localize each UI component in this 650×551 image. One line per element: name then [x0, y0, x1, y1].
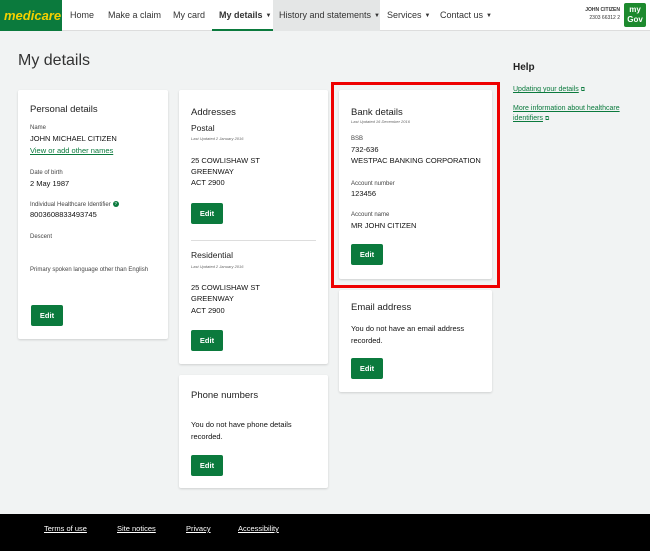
user-number: 2303 66312 2: [589, 15, 620, 21]
name-value: JOHN MICHAEL CITIZEN: [30, 134, 117, 143]
accessibility-link[interactable]: Accessibility: [238, 524, 279, 533]
ihi-value: 8003608833493745: [30, 210, 97, 219]
nav-history-label: History and statements: [279, 10, 372, 20]
postal-edit-button[interactable]: Edit: [191, 203, 223, 224]
external-link-icon: ⧉: [544, 116, 550, 122]
phone-numbers-card: Phone numbers You do not have phone deta…: [179, 375, 328, 488]
help-title: Help: [513, 62, 535, 73]
updating-details-text: Updating your details: [513, 86, 579, 93]
user-info[interactable]: JOHN CITIZEN 2303 66312 2: [585, 6, 620, 22]
mygov-line1: my: [629, 5, 641, 14]
nav-services-label: Services: [387, 10, 422, 20]
residential-line3: ACT 2900: [191, 306, 225, 315]
email-edit-button[interactable]: Edit: [351, 358, 383, 379]
page-title: My details: [18, 52, 91, 69]
dob-value: 2 May 1987: [30, 179, 70, 188]
residential-edit-button[interactable]: Edit: [191, 330, 223, 351]
postal-line2: GREENWAY: [191, 167, 234, 176]
site-notices-link[interactable]: Site notices: [117, 524, 156, 533]
name-label: Name: [30, 125, 47, 131]
residential-title: Residential: [191, 250, 234, 260]
chevron-down-icon: ▼: [424, 13, 431, 19]
footer: Terms of use Site notices Privacy Access…: [0, 514, 650, 551]
view-other-names-link[interactable]: View or add other names: [30, 146, 113, 155]
postal-title: Postal: [191, 123, 215, 133]
user-name: JOHN CITIZEN: [585, 7, 620, 13]
addresses-title: Addresses: [191, 107, 236, 118]
email-title: Email address: [351, 302, 412, 313]
nav-my-details[interactable]: My details ▼: [212, 0, 279, 31]
postal-line1: 25 COWLISHAW ST: [191, 156, 260, 165]
nav-home[interactable]: Home: [70, 0, 94, 31]
medicare-logo[interactable]: medicare: [0, 0, 62, 31]
language-label: Primary spoken language other than Engli…: [30, 267, 149, 273]
residential-line2: GREENWAY: [191, 294, 234, 303]
phone-message: You do not have phone details recorded.: [191, 420, 292, 441]
updating-details-link[interactable]: Updating your details ⧉: [513, 85, 585, 95]
email-message: You do not have an email address recorde…: [351, 324, 465, 345]
nav-history[interactable]: History and statements ▼: [273, 0, 380, 31]
info-icon[interactable]: ?: [112, 201, 119, 207]
dob-label: Date of birth: [30, 170, 63, 176]
highlight-frame: [331, 82, 500, 288]
descent-label: Descent: [30, 234, 53, 240]
nav-contact-label: Contact us: [440, 10, 484, 20]
nav-make-claim[interactable]: Make a claim: [108, 0, 161, 31]
phone-title: Phone numbers: [191, 390, 259, 401]
chevron-down-icon: ▼: [374, 13, 380, 19]
nav-my-details-label: My details: [219, 10, 263, 20]
privacy-link[interactable]: Privacy: [186, 524, 211, 533]
mygov-logo[interactable]: my Gov: [624, 3, 646, 27]
terms-of-use-link[interactable]: Terms of use: [44, 524, 87, 533]
postal-updated: Last Updated 2 January 2016: [191, 136, 244, 141]
addresses-card: Addresses Postal Last Updated 2 January …: [179, 90, 328, 364]
healthcare-identifiers-text: More information about healthcare identi…: [513, 105, 620, 122]
residential-line1: 25 COWLISHAW ST: [191, 283, 260, 292]
personal-details-title: Personal details: [30, 104, 98, 115]
residential-updated: Last Updated 2 January 2016: [191, 264, 244, 269]
chevron-down-icon: ▼: [486, 13, 492, 19]
phone-edit-button[interactable]: Edit: [191, 455, 223, 476]
chevron-down-icon: ▼: [265, 13, 272, 19]
external-link-icon: ⧉: [580, 87, 586, 93]
personal-details-card: Personal details Name JOHN MICHAEL CITIZ…: [18, 90, 168, 339]
personal-edit-button[interactable]: Edit: [31, 305, 63, 326]
mygov-line2: Gov: [627, 15, 643, 24]
ihi-label: Individual Healthcare Identifier?: [30, 201, 119, 208]
top-navigation: medicare Home Make a claim My card My de…: [0, 0, 650, 31]
nav-services[interactable]: Services ▼: [387, 0, 430, 31]
postal-line3: ACT 2900: [191, 178, 225, 187]
nav-my-card[interactable]: My card: [173, 0, 205, 31]
divider: [191, 240, 316, 241]
ihi-label-text: Individual Healthcare Identifier: [30, 202, 111, 208]
healthcare-identifiers-link[interactable]: More information about healthcare identi…: [513, 104, 648, 124]
email-card: Email address You do not have an email a…: [339, 290, 492, 392]
nav-contact[interactable]: Contact us ▼: [440, 0, 492, 31]
